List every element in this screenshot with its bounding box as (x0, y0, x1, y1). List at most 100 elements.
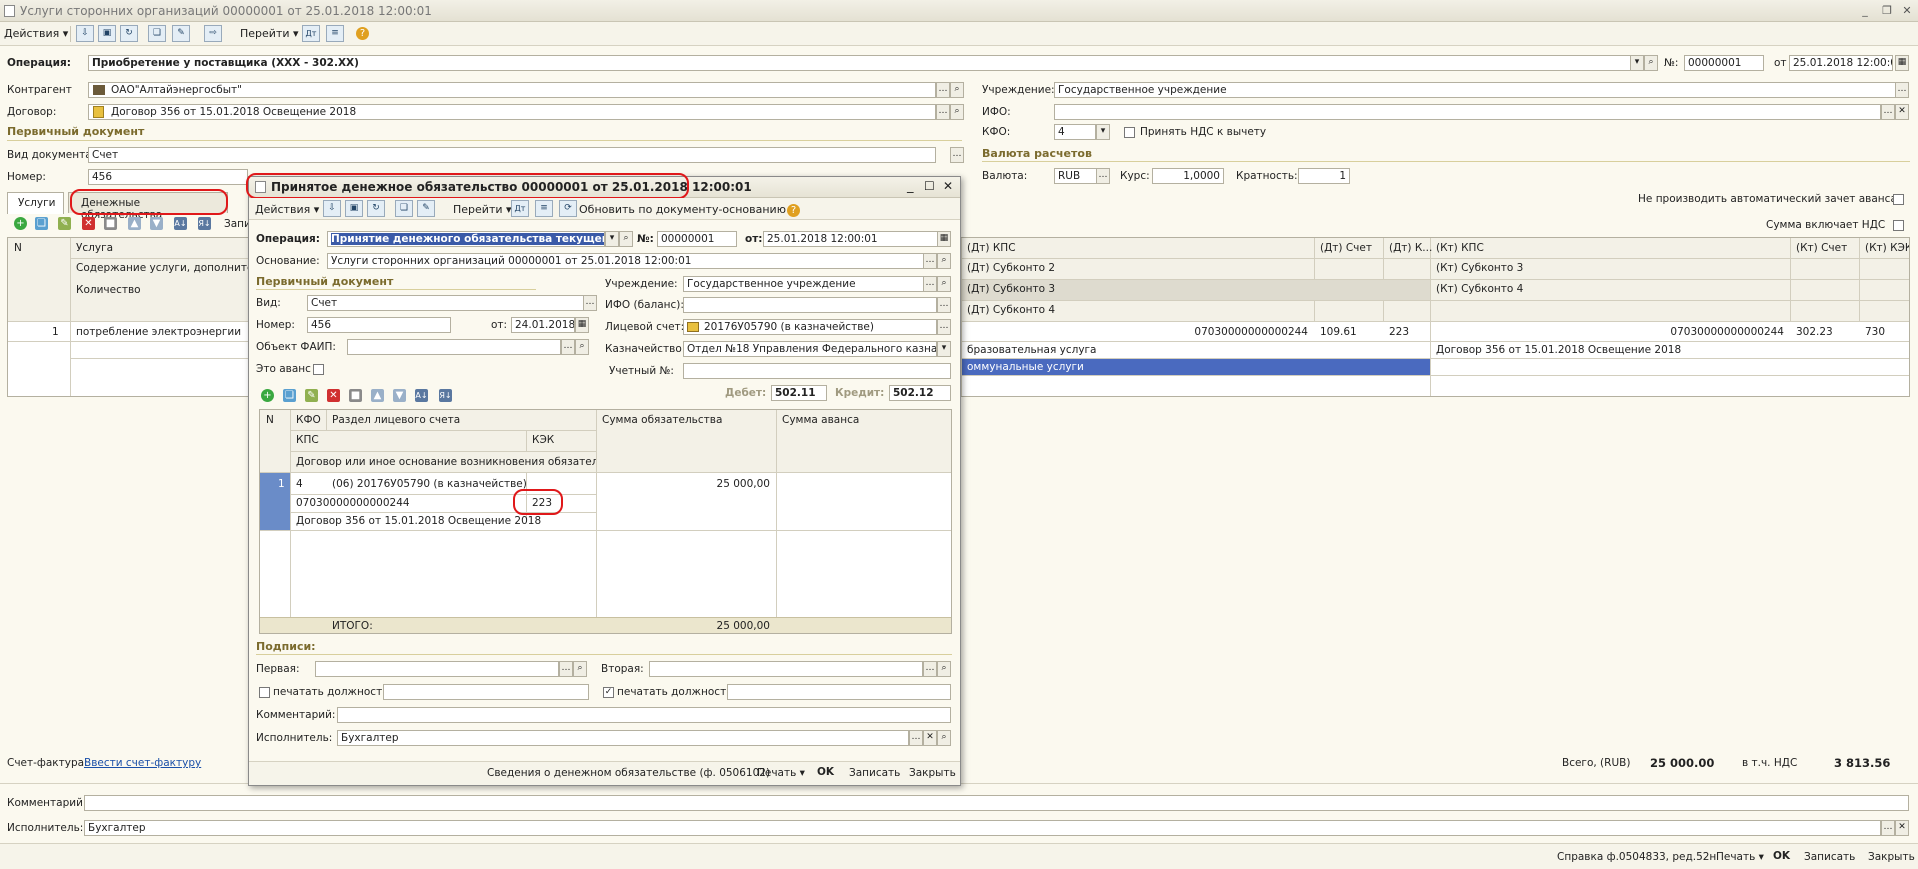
post-icon[interactable]: ⇩ (76, 25, 94, 42)
dialog-executor-search-icon[interactable]: ⌕ (937, 730, 951, 746)
add-row-icon[interactable]: + (14, 217, 27, 230)
dialog-move-down-icon[interactable]: ▼ (393, 389, 406, 402)
second-signature-search-icon[interactable]: ⌕ (937, 661, 951, 677)
print-position-second-checkbox[interactable]: ✓ (603, 687, 614, 698)
print-button[interactable]: Печать ▾ (1716, 851, 1764, 863)
first-signature-search-icon[interactable]: ⌕ (573, 661, 587, 677)
doc-type-select-button[interactable]: … (950, 147, 964, 163)
report-0504833-button[interactable]: Справка ф.0504833, ред.52н (1557, 851, 1716, 863)
faip-search-icon[interactable]: ⌕ (575, 339, 589, 355)
contractor-search-icon[interactable]: ⌕ (950, 82, 964, 98)
structure-icon[interactable]: ⇨ (204, 25, 222, 42)
no-auto-offset-checkbox[interactable] (1893, 194, 1904, 205)
dialog-movements-icon[interactable]: ▣ (345, 200, 363, 217)
rate-field[interactable]: 1,0000 (1152, 168, 1224, 184)
dialog-refresh-icon[interactable]: ↻ (367, 200, 385, 217)
dialog-row-kfo[interactable]: 4 (292, 476, 307, 492)
dialog-row-amount[interactable]: 25 000,00 (598, 476, 774, 492)
faip-field[interactable] (347, 339, 561, 355)
print-position-first-checkbox[interactable] (259, 687, 270, 698)
contract-select-button[interactable]: … (936, 104, 950, 120)
copy-icon[interactable]: ❏ (148, 25, 166, 42)
dialog-row-section[interactable]: (06) 20176У05790 (в казначействе) (328, 476, 531, 492)
basis-select-button[interactable]: … (923, 253, 937, 269)
second-signature-field[interactable] (649, 661, 923, 677)
dialog-institution-search-icon[interactable]: ⌕ (937, 276, 951, 292)
close-button[interactable]: ✕ (1899, 3, 1915, 19)
copy-row-icon[interactable]: ❏ (35, 217, 48, 230)
second-signature-select-button[interactable]: … (923, 661, 937, 677)
position-second-field[interactable] (727, 684, 951, 700)
institution-select-button[interactable]: … (1895, 82, 1909, 98)
dialog-kind-select-button[interactable]: … (583, 295, 597, 311)
contract-field[interactable]: Договор 356 от 15.01.2018 Освещение 2018 (88, 104, 936, 120)
dialog-date-field[interactable]: 25.01.2018 12:00:01 (763, 231, 945, 247)
row-dt-account[interactable]: 109.61 (1316, 324, 1361, 340)
dialog-print-button[interactable]: Печать ▾ (757, 767, 805, 779)
dialog-move-up-icon[interactable]: ▲ (371, 389, 384, 402)
dialog-copy-icon[interactable]: ❏ (395, 200, 413, 217)
currency-field[interactable]: RUB (1054, 168, 1098, 184)
actions-menu[interactable]: Действия ▾ (4, 27, 68, 40)
end-edit-icon[interactable]: ■ (104, 217, 117, 230)
obligations-table[interactable]: N КФО Раздел лицевого счета Сумма обязат… (259, 409, 952, 634)
vat-deduct-checkbox[interactable] (1124, 127, 1135, 138)
kfo-field[interactable]: 4 (1054, 124, 1096, 140)
based-on-icon[interactable]: ✎ (172, 25, 190, 42)
dialog-goto-menu[interactable]: Перейти ▾ (453, 203, 512, 216)
contractor-select-button[interactable]: … (936, 82, 950, 98)
dialog-copy-row-icon[interactable]: ❏ (283, 389, 296, 402)
number-field[interactable]: 00000001 (1684, 55, 1764, 71)
contract-search-icon[interactable]: ⌕ (950, 104, 964, 120)
dialog-institution-field[interactable]: Государственное учреждение (683, 276, 937, 292)
movements-icon[interactable]: ▣ (98, 25, 116, 42)
dialog-ok-button[interactable]: OK (817, 766, 834, 778)
restore-button[interactable]: ❐ (1879, 3, 1895, 19)
ifo-clear-button[interactable]: ✕ (1895, 104, 1909, 120)
row-kt-account[interactable]: 302.23 (1792, 324, 1837, 340)
ok-button[interactable]: OK (1773, 850, 1790, 862)
accounting-no-field[interactable] (683, 363, 951, 379)
dialog-row-kps[interactable]: 07030000000000244 (292, 495, 414, 511)
obligation-report-button[interactable]: Сведения о денежном обязательстве (ф. 05… (487, 767, 770, 779)
dialog-end-edit-icon[interactable]: ■ (349, 389, 362, 402)
calendar-icon[interactable]: ▦ (1895, 55, 1909, 71)
dialog-executor-field[interactable]: Бухгалтер (337, 730, 909, 746)
treasury-dropdown[interactable]: ▾ (937, 341, 951, 357)
faip-select-button[interactable]: … (561, 339, 575, 355)
dialog-executor-select-button[interactable]: … (909, 730, 923, 746)
dialog-edit-row-icon[interactable]: ✎ (305, 389, 318, 402)
doc-type-field[interactable]: Счет (88, 147, 936, 163)
dialog-help-icon[interactable]: ? (787, 204, 800, 217)
executor-select-button[interactable]: … (1881, 820, 1895, 836)
row-dt-kps[interactable]: 07030000000000244 (1184, 324, 1312, 340)
dialog-ifo-select-button[interactable]: … (937, 297, 951, 313)
multiplicity-field[interactable]: 1 (1298, 168, 1350, 184)
account-field[interactable]: 20176У05790 (в казначействе) (683, 319, 937, 335)
row-dt-kek[interactable]: 223 (1385, 324, 1413, 340)
sort-asc-icon[interactable]: A↓ (174, 217, 187, 230)
dialog-institution-select-button[interactable]: … (923, 276, 937, 292)
dialog-number-field[interactable]: 00000001 (657, 231, 737, 247)
treasury-field[interactable]: Отдел №18 Управления Федерального казнач… (683, 341, 937, 357)
account-select-button[interactable]: … (937, 319, 951, 335)
dialog-actions-menu[interactable]: Действия ▾ (255, 203, 319, 216)
move-down-icon[interactable]: ▼ (150, 217, 163, 230)
institution-field[interactable]: Государственное учреждение (1054, 82, 1909, 98)
credit-field[interactable]: 502.12 (889, 385, 951, 401)
minimize-button[interactable]: _ (1857, 3, 1873, 19)
dialog-calendar-icon[interactable]: ▦ (937, 231, 951, 247)
close-form-button[interactable]: Закрыть (1868, 851, 1915, 863)
goto-menu[interactable]: Перейти ▾ (240, 27, 299, 40)
dialog-delete-row-icon[interactable]: ✕ (327, 389, 340, 402)
dialog-row-contract[interactable]: Договор 356 от 15.01.2018 Освещение 2018 (292, 513, 545, 529)
basis-field[interactable]: Услуги сторонних организаций 00000001 от… (327, 253, 937, 269)
row-kt-sub3[interactable]: Договор 356 от 15.01.2018 Освещение 2018 (1432, 342, 1685, 358)
dialog-add-row-icon[interactable]: + (261, 389, 274, 402)
contractor-field[interactable]: ОАО"Алтайэнергосбыт" (88, 82, 936, 98)
dialog-close-form-button[interactable]: Закрыть (909, 767, 956, 779)
refresh-icon[interactable]: ↻ (120, 25, 138, 42)
dialog-based-on-icon[interactable]: ✎ (417, 200, 435, 217)
delete-row-icon[interactable]: ✕ (82, 217, 95, 230)
dialog-operation-search-icon[interactable]: ⌕ (619, 231, 633, 247)
